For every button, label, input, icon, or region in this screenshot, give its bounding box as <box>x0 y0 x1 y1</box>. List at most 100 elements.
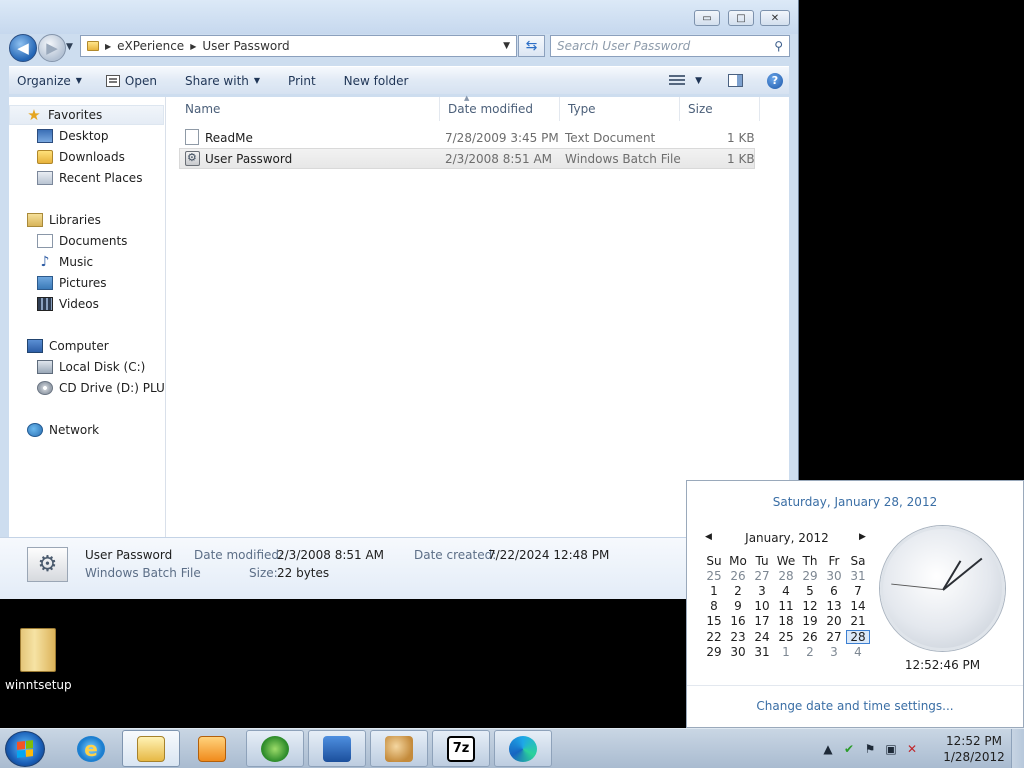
calendar-day[interactable]: 19 <box>798 614 822 628</box>
security-check-icon[interactable]: ✔ <box>841 741 857 757</box>
network-status-icon[interactable]: ▣ <box>883 741 899 757</box>
calendar-day[interactable]: 9 <box>726 599 750 613</box>
month-title[interactable]: January, 2012 <box>707 531 867 545</box>
desktop-folder-winntsetup[interactable]: winntsetup <box>5 628 72 692</box>
calendar-day[interactable]: 1 <box>702 584 726 598</box>
column-header-name[interactable]: Name <box>177 97 440 121</box>
refresh-button[interactable]: ⇆ <box>518 35 545 57</box>
calendar-day[interactable]: 27 <box>750 569 774 583</box>
calendar-day[interactable]: 3 <box>822 645 846 659</box>
users-tool-button[interactable] <box>370 730 428 767</box>
minimize-button[interactable]: ▭ <box>694 10 720 26</box>
internet-explorer-button[interactable]: e <box>62 730 120 767</box>
calendar-day[interactable]: 31 <box>750 645 774 659</box>
nav-computer[interactable]: Computer <box>27 336 109 356</box>
calendar-day[interactable]: 14 <box>846 599 870 613</box>
calendar-day[interactable]: 23 <box>726 630 750 644</box>
calendar-day[interactable]: 22 <box>702 630 726 644</box>
breadcrumb-separator-icon[interactable]: ▶ <box>190 42 196 51</box>
change-view-icon[interactable] <box>669 74 686 87</box>
preview-pane-icon[interactable] <box>728 74 743 87</box>
calendar-day[interactable]: 10 <box>750 599 774 613</box>
volume-muted-icon[interactable]: ✕ <box>904 741 920 757</box>
nav-network[interactable]: Network <box>27 420 99 440</box>
calendar-day[interactable]: 28 <box>774 569 798 583</box>
windows-explorer-button[interactable] <box>122 730 180 767</box>
nav-item-pictures[interactable]: Pictures <box>37 273 107 293</box>
show-hidden-icons-icon[interactable]: ▲ <box>820 741 836 757</box>
full-date-link[interactable]: Saturday, January 28, 2012 <box>687 495 1023 509</box>
calendar-day[interactable]: 13 <box>822 599 846 613</box>
breadcrumb-item[interactable]: eXPerience <box>117 39 184 53</box>
calendar-day[interactable]: 7 <box>846 584 870 598</box>
download-manager-button[interactable] <box>246 730 304 767</box>
calendar-day[interactable]: 27 <box>822 630 846 644</box>
network-tool-button[interactable] <box>308 730 366 767</box>
calendar-day[interactable]: 26 <box>726 569 750 583</box>
forward-button[interactable]: ▶ <box>38 34 66 62</box>
change-date-time-link[interactable]: Change date and time settings... <box>687 699 1023 713</box>
calendar-day[interactable]: 5 <box>798 584 822 598</box>
nav-item-videos[interactable]: Videos <box>37 294 99 314</box>
breadcrumb-item[interactable]: User Password <box>202 39 289 53</box>
nav-favorites[interactable]: ★ Favorites <box>9 105 164 125</box>
next-month-icon[interactable]: ▶ <box>859 532 866 542</box>
calendar-day[interactable]: 12 <box>798 599 822 613</box>
print-button[interactable]: Print <box>280 69 324 93</box>
calendar-day[interactable]: 25 <box>774 630 798 644</box>
calendar-day[interactable]: 3 <box>750 584 774 598</box>
calendar-day[interactable]: 29 <box>798 569 822 583</box>
column-header-date[interactable]: Date modified <box>440 97 560 121</box>
column-header-size[interactable]: Size <box>680 97 760 121</box>
calendar-day-today[interactable]: 28 <box>846 629 870 644</box>
calendar-day[interactable]: 31 <box>846 569 870 583</box>
file-row[interactable]: User Password 2/3/2008 8:51 AM Windows B… <box>179 148 755 169</box>
nav-item-desktop[interactable]: Desktop <box>37 126 109 146</box>
back-button[interactable]: ◀ <box>9 34 37 62</box>
calendar-day[interactable]: 4 <box>846 645 870 659</box>
start-button[interactable] <box>5 731 45 767</box>
calendar-day[interactable]: 24 <box>750 630 774 644</box>
calendar-day[interactable]: 2 <box>798 645 822 659</box>
new-folder-button[interactable]: New folder <box>336 69 417 93</box>
breadcrumb-separator-icon[interactable]: ▶ <box>105 42 111 51</box>
organize-button[interactable]: Organize ▼ <box>9 69 90 93</box>
7zip-button[interactable]: 7z <box>432 730 490 767</box>
view-options-chevron-icon[interactable]: ▼ <box>695 76 702 86</box>
calendar-day[interactable]: 20 <box>822 614 846 628</box>
open-button[interactable]: Open <box>98 69 165 93</box>
calendar-day[interactable]: 6 <box>822 584 846 598</box>
nav-item-downloads[interactable]: Downloads <box>37 147 125 167</box>
address-dropdown-icon[interactable]: ▼ <box>503 41 510 51</box>
close-button[interactable]: ✕ <box>760 10 790 26</box>
calendar-day[interactable]: 1 <box>774 645 798 659</box>
nav-libraries[interactable]: Libraries <box>27 210 101 230</box>
calendar-day[interactable]: 11 <box>774 599 798 613</box>
calendar-day[interactable]: 30 <box>822 569 846 583</box>
nav-item-recent-places[interactable]: Recent Places <box>37 168 142 188</box>
edge-button[interactable] <box>494 730 552 767</box>
calendar-day[interactable]: 29 <box>702 645 726 659</box>
calendar-day[interactable]: 8 <box>702 599 726 613</box>
address-bar[interactable]: ▶ eXPerience ▶ User Password ▼ <box>80 35 517 57</box>
recent-pages-dropdown[interactable]: ▼ <box>66 42 73 52</box>
help-icon[interactable]: ? <box>767 72 783 89</box>
nav-item-cd-drive[interactable]: CD Drive (D:) PLUS98 <box>37 378 165 398</box>
search-icon[interactable]: ⚲ <box>774 39 783 53</box>
taskbar-clock[interactable]: 12:52 PM 1/28/2012 <box>942 733 1006 765</box>
media-player-button[interactable] <box>183 730 241 767</box>
nav-item-music[interactable]: ♪ Music <box>37 252 94 272</box>
calendar-day[interactable]: 15 <box>702 614 726 628</box>
calendar-day[interactable]: 4 <box>774 584 798 598</box>
calendar-day[interactable]: 25 <box>702 569 726 583</box>
column-header-type[interactable]: Type <box>560 97 680 121</box>
nav-item-local-disk[interactable]: Local Disk (C:) <box>37 357 145 377</box>
calendar-day[interactable]: 21 <box>846 614 870 628</box>
title-bar[interactable]: ▭ □ ✕ <box>0 0 798 34</box>
show-desktop-button[interactable] <box>1011 729 1024 768</box>
calendar-day[interactable]: 2 <box>726 584 750 598</box>
search-input[interactable]: Search User Password ⚲ <box>550 35 790 57</box>
calendar-day[interactable]: 18 <box>774 614 798 628</box>
nav-item-documents[interactable]: Documents <box>37 231 127 251</box>
calendar-day[interactable]: 16 <box>726 614 750 628</box>
